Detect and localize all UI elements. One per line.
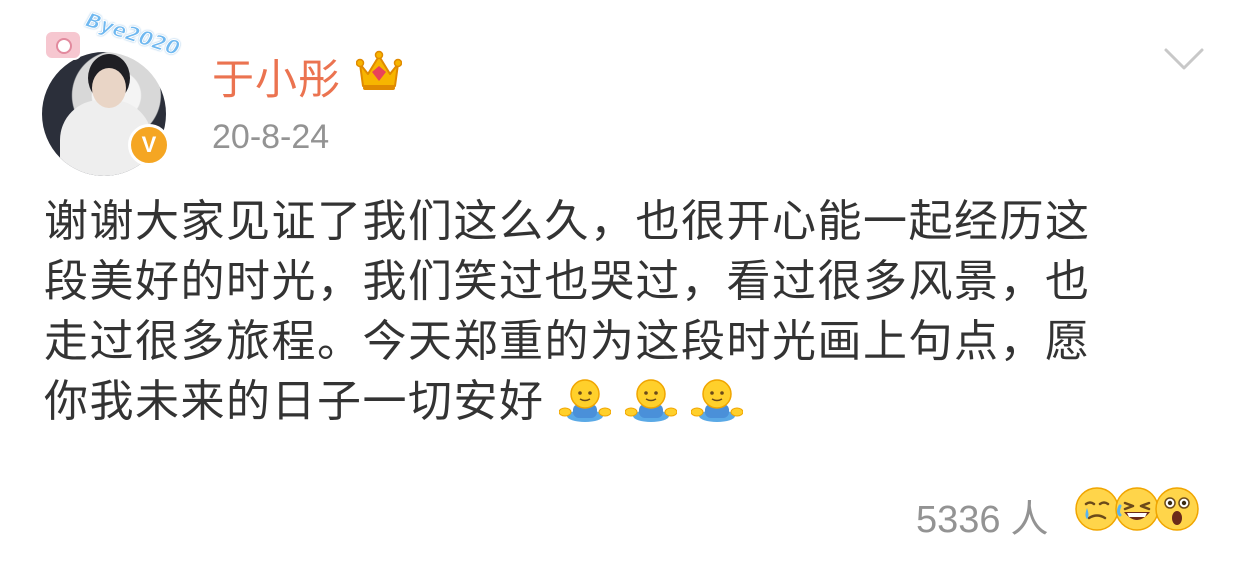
chevron-down-icon[interactable] (1162, 44, 1206, 74)
post-text: 谢谢大家见证了我们这么久，也很开心能一起经历这 段美好的时光，我们笑过也哭过，看… (44, 192, 1204, 432)
surprised-emoji-icon (1155, 487, 1199, 531)
post-text-last-line: 你我未来的日子一切安好 (44, 372, 1204, 432)
verified-badge-icon: V (128, 124, 170, 166)
hug-emoji-icon (624, 379, 677, 422)
post-text-line: 谢谢大家见证了我们这么久，也很开心能一起经历这 (44, 196, 1091, 247)
hug-emoji-icon (690, 379, 743, 422)
reaction-count[interactable]: 5336 人 (916, 488, 1049, 543)
post-text-line: 走过很多旅程。今天郑重的为这段时光画上句点，愿 (44, 316, 1091, 367)
post-date: 20-8-24 (212, 118, 330, 156)
camera-icon (44, 30, 82, 60)
author-name[interactable]: 于小彤 (212, 46, 341, 107)
post-text-line: 你我未来的日子一切安好 (44, 376, 545, 427)
post-text-line: 段美好的时光，我们笑过也哭过，看过很多风景，也 (44, 256, 1091, 307)
reaction-icons[interactable] (1074, 486, 1200, 534)
author-avatar[interactable]: Bye2020 V (40, 7, 183, 176)
reaction-count-value: 5336 (916, 499, 1001, 541)
weibo-post-card: Bye2020 V 于小彤 20-8-24 谢谢大家见证了我们这么久，也很开心能… (0, 0, 1242, 566)
hug-emoji-icon (558, 379, 611, 422)
crown-icon[interactable] (356, 50, 402, 92)
reaction-count-unit: 人 (1010, 497, 1049, 541)
